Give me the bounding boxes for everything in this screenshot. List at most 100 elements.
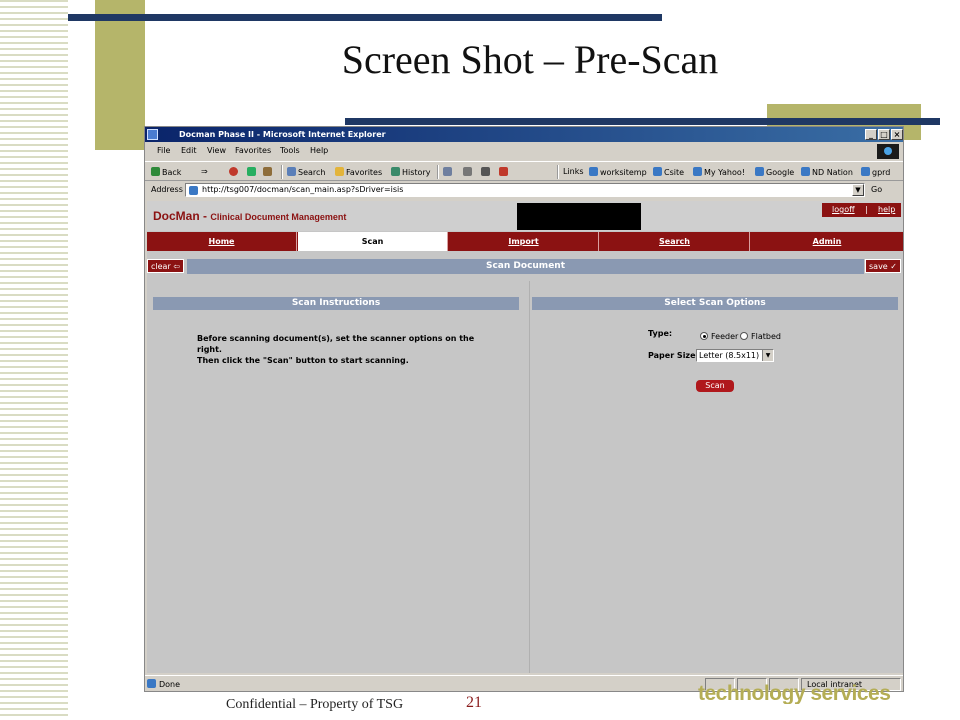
search-icon bbox=[287, 167, 296, 176]
favorites-button[interactable]: Favorites bbox=[335, 167, 382, 177]
page-icon bbox=[189, 186, 198, 195]
refresh-icon[interactable] bbox=[247, 167, 258, 177]
instructions-line-2: Then click the "Scan" button to start sc… bbox=[197, 356, 409, 365]
paper-size-label: Paper Size: bbox=[648, 351, 699, 360]
search-label: Search bbox=[298, 168, 326, 177]
feeder-radio[interactable] bbox=[700, 332, 708, 340]
save-label: save bbox=[869, 262, 888, 271]
minimize-button[interactable]: _ bbox=[865, 129, 877, 140]
flatbed-label: Flatbed bbox=[751, 332, 781, 341]
scan-instructions-panel: Scan Instructions Before scanning docume… bbox=[151, 281, 523, 673]
forward-button[interactable]: ⇒ bbox=[201, 167, 208, 176]
maximize-button[interactable]: □ bbox=[878, 129, 890, 140]
link-separator: | bbox=[865, 205, 868, 214]
paper-size-value: Letter (8.5x11) bbox=[699, 351, 760, 360]
tab-admin[interactable]: Admin bbox=[751, 232, 903, 251]
edit-icon[interactable] bbox=[481, 167, 492, 177]
slide-title: Screen Shot – Pre-Scan bbox=[341, 37, 719, 82]
link-google[interactable]: Google bbox=[755, 167, 794, 177]
stop-icon[interactable] bbox=[229, 167, 240, 177]
home-icon[interactable] bbox=[263, 167, 274, 177]
print-icon[interactable] bbox=[463, 167, 474, 177]
menubar: File Edit View Favorites Tools Help bbox=[145, 143, 903, 159]
link-my-yahoo[interactable]: My Yahoo! bbox=[693, 167, 745, 177]
page-done-icon bbox=[147, 679, 156, 688]
decorative-stripes bbox=[0, 0, 68, 720]
mail-icon[interactable] bbox=[443, 167, 454, 177]
link-csite[interactable]: Csite bbox=[653, 167, 684, 177]
menu-help[interactable]: Help bbox=[310, 146, 328, 155]
menu-edit[interactable]: Edit bbox=[181, 146, 197, 155]
history-button[interactable]: History bbox=[391, 167, 430, 177]
top-links: logoff | help bbox=[822, 203, 901, 217]
toolbar-separator bbox=[437, 165, 438, 179]
ie-page-icon bbox=[755, 167, 764, 176]
links-label: Links bbox=[563, 167, 584, 176]
address-input[interactable]: http://tsg007/docman/scan_main.asp?sDriv… bbox=[185, 183, 865, 197]
clear-button[interactable]: clear ⇦ bbox=[147, 259, 184, 273]
page-number: 21 bbox=[466, 694, 482, 711]
link-worksitemp[interactable]: worksitemp bbox=[589, 167, 647, 177]
tab-import[interactable]: Import bbox=[449, 232, 599, 251]
app-title: DocMan - Clinical Document Management bbox=[153, 209, 346, 223]
logoff-link[interactable]: logoff bbox=[832, 205, 855, 214]
ie-page-icon bbox=[653, 167, 662, 176]
history-icon bbox=[391, 167, 400, 176]
address-bar: Address http://tsg007/docman/scan_main.a… bbox=[145, 182, 903, 198]
ie-app-icon bbox=[147, 129, 158, 140]
redacted-block bbox=[517, 203, 641, 230]
favorites-icon bbox=[335, 167, 344, 176]
back-button[interactable]: Back bbox=[151, 167, 181, 177]
chevron-down-icon: ▼ bbox=[762, 350, 773, 361]
scan-options-title: Select Scan Options bbox=[532, 297, 898, 310]
type-label: Type: bbox=[648, 329, 673, 338]
clear-arrow-icon: ⇦ bbox=[170, 262, 180, 271]
save-button[interactable]: save ✓ bbox=[865, 259, 901, 273]
messenger-icon[interactable] bbox=[499, 167, 510, 177]
go-button[interactable]: Go bbox=[871, 185, 882, 194]
paper-size-select[interactable]: Letter (8.5x11) ▼ bbox=[696, 349, 774, 362]
back-label: Back bbox=[162, 168, 182, 177]
search-button[interactable]: Search bbox=[287, 167, 325, 177]
window-title: Docman Phase II - Microsoft Internet Exp… bbox=[179, 130, 386, 139]
nav-bar: Home Scan Import Search Admin bbox=[147, 232, 903, 251]
help-link[interactable]: help bbox=[878, 205, 895, 214]
menu-favorites[interactable]: Favorites bbox=[235, 146, 271, 155]
decorative-navy-line-mid bbox=[345, 118, 940, 125]
address-dropdown-icon[interactable]: ▼ bbox=[852, 184, 864, 196]
link-nd-nation[interactable]: ND Nation bbox=[801, 167, 853, 177]
ie-window: Docman Phase II - Microsoft Internet Exp… bbox=[144, 126, 904, 692]
brand-text: technology services bbox=[698, 682, 891, 704]
menu-file[interactable]: File bbox=[157, 146, 170, 155]
app-subtitle: Clinical Document Management bbox=[210, 212, 347, 222]
action-bar: clear ⇦ Scan Document save ✓ bbox=[147, 258, 903, 274]
tab-home[interactable]: Home bbox=[147, 232, 297, 251]
decorative-olive-block-left bbox=[95, 0, 145, 150]
toolbar-separator bbox=[281, 165, 282, 179]
favorites-label: Favorites bbox=[346, 168, 383, 177]
ie-page-icon bbox=[589, 167, 598, 176]
checkmark-icon: ✓ bbox=[887, 262, 897, 271]
scan-button[interactable]: Scan bbox=[696, 380, 734, 392]
menu-tools[interactable]: Tools bbox=[280, 146, 300, 155]
footer-confidential: Confidential – Property of TSG bbox=[226, 697, 404, 712]
brand-logo: technology services group bbox=[698, 682, 938, 704]
back-arrow-icon bbox=[151, 167, 160, 176]
history-label: History bbox=[402, 168, 431, 177]
feeder-label: Feeder bbox=[711, 332, 739, 341]
scan-instructions-text: Before scanning document(s), set the sca… bbox=[197, 333, 497, 366]
section-title: Scan Document bbox=[187, 259, 864, 274]
close-button[interactable]: × bbox=[891, 129, 903, 140]
tab-search[interactable]: Search bbox=[600, 232, 750, 251]
windows-logo-icon bbox=[877, 144, 899, 159]
ie-page-icon bbox=[693, 167, 702, 176]
ie-page-icon bbox=[861, 167, 870, 176]
address-label: Address bbox=[151, 185, 183, 194]
instructions-line-1: Before scanning document(s), set the sca… bbox=[197, 334, 475, 354]
tab-scan[interactable]: Scan bbox=[298, 232, 448, 251]
address-url: http://tsg007/docman/scan_main.asp?sDriv… bbox=[202, 185, 404, 194]
scan-instructions-title: Scan Instructions bbox=[153, 297, 519, 310]
flatbed-radio[interactable] bbox=[740, 332, 748, 340]
link-gprd[interactable]: gprd bbox=[861, 167, 890, 177]
menu-view[interactable]: View bbox=[207, 146, 226, 155]
